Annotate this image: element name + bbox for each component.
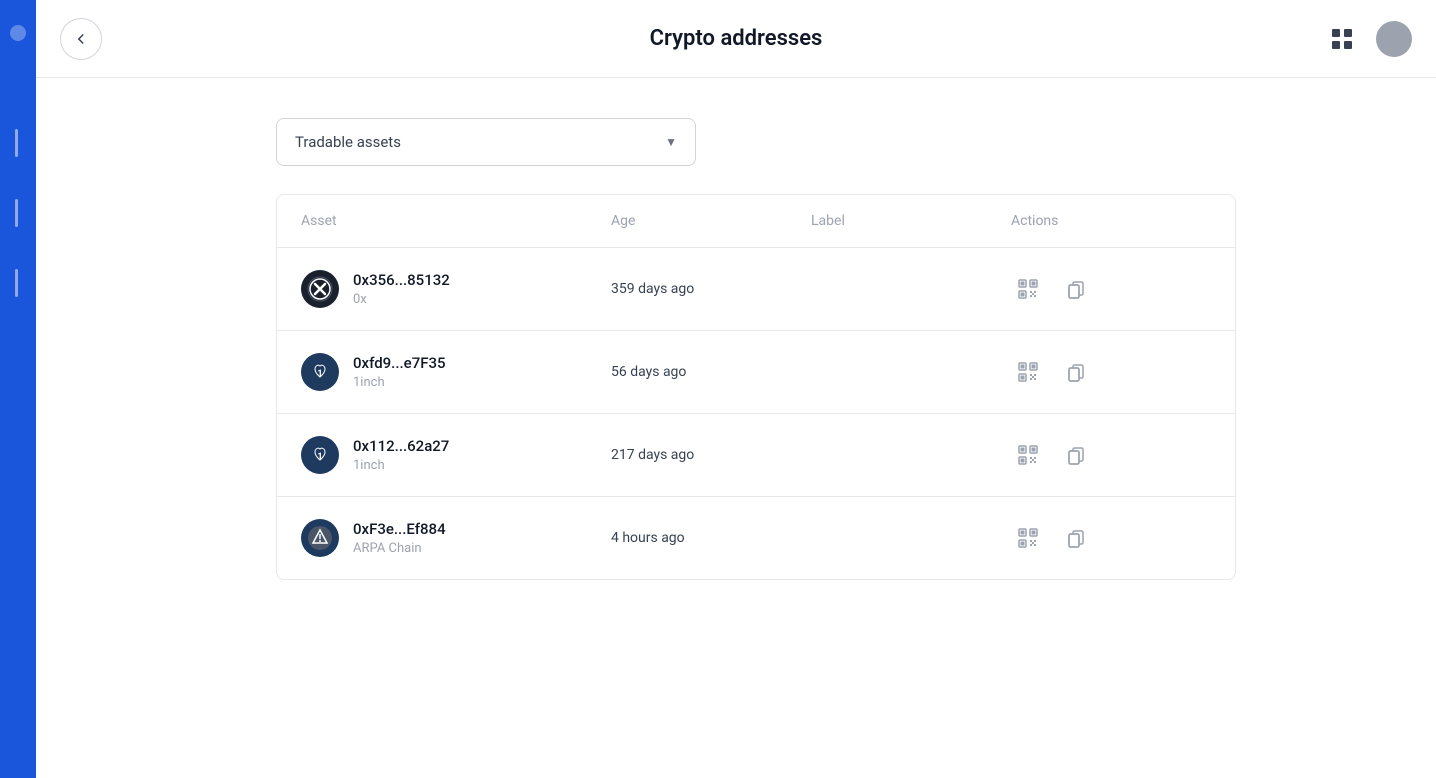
actions-cell-2 <box>1011 355 1211 389</box>
table-row: 0x356...85132 0x 359 days ago <box>277 248 1235 331</box>
back-button[interactable] <box>60 18 102 60</box>
sidebar-item-1[interactable] <box>0 118 36 168</box>
asset-icon-2: 1 <box>301 353 339 391</box>
actions-cell-4 <box>1011 521 1211 555</box>
main-content: Tradable assets ▼ Asset Age Label Action… <box>36 78 1436 778</box>
qr-code-button-2[interactable] <box>1011 355 1045 389</box>
copy-button-4[interactable] <box>1059 521 1093 555</box>
dropdown-container: Tradable assets ▼ <box>276 118 1236 166</box>
sidebar-nav <box>0 118 36 308</box>
asset-icon-4 <box>301 519 339 557</box>
qr-code-button-4[interactable] <box>1011 521 1045 555</box>
chevron-down-icon: ▼ <box>665 135 677 149</box>
asset-address-1: 0x356...85132 <box>353 271 450 289</box>
asset-info-1: 0x356...85132 0x <box>353 271 450 307</box>
age-cell-3: 217 days ago <box>611 447 811 463</box>
asset-cell-2: 1 0xfd9...e7F35 1inch <box>301 353 611 391</box>
asset-address-2: 0xfd9...e7F35 <box>353 354 446 372</box>
page-title: Crypto addresses <box>650 26 823 51</box>
table-row: 1 0x112...62a27 1inch 217 days ago <box>277 414 1235 497</box>
asset-name-1: 0x <box>353 292 450 307</box>
asset-info-2: 0xfd9...e7F35 1inch <box>353 354 446 390</box>
dropdown-label: Tradable assets <box>295 133 401 151</box>
sidebar <box>0 0 36 778</box>
asset-address-3: 0x112...62a27 <box>353 437 449 455</box>
asset-name-3: 1inch <box>353 458 449 473</box>
table-header: Asset Age Label Actions <box>277 195 1235 248</box>
age-cell-4: 4 hours ago <box>611 530 811 546</box>
col-header-age: Age <box>611 213 811 229</box>
asset-name-2: 1inch <box>353 375 446 390</box>
asset-name-4: ARPA Chain <box>353 541 446 556</box>
asset-cell-1: 0x356...85132 0x <box>301 270 611 308</box>
table-row: 0xF3e...Ef884 ARPA Chain 4 hours ago <box>277 497 1235 579</box>
qr-code-button-3[interactable] <box>1011 438 1045 472</box>
sidebar-logo <box>0 8 36 58</box>
actions-cell-3 <box>1011 438 1211 472</box>
asset-cell-3: 1 0x112...62a27 1inch <box>301 436 611 474</box>
col-header-actions: Actions <box>1011 213 1211 229</box>
col-header-label: Label <box>811 213 1011 229</box>
table-row: 1 0xfd9...e7F35 1inch 56 days ago <box>277 331 1235 414</box>
copy-button-1[interactable] <box>1059 272 1093 306</box>
header-right <box>1324 21 1412 57</box>
asset-info-3: 0x112...62a27 1inch <box>353 437 449 473</box>
sidebar-item-2[interactable] <box>0 188 36 238</box>
qr-code-button-1[interactable] <box>1011 272 1045 306</box>
sidebar-item-3[interactable] <box>0 258 36 308</box>
crypto-addresses-table: Asset Age Label Actions 0x356...85132 <box>276 194 1236 580</box>
header: Crypto addresses <box>36 0 1436 78</box>
copy-button-3[interactable] <box>1059 438 1093 472</box>
actions-cell-1 <box>1011 272 1211 306</box>
asset-cell-4: 0xF3e...Ef884 ARPA Chain <box>301 519 611 557</box>
col-header-asset: Asset <box>301 213 611 229</box>
tradable-assets-dropdown[interactable]: Tradable assets ▼ <box>276 118 696 166</box>
user-avatar[interactable] <box>1376 21 1412 57</box>
asset-address-4: 0xF3e...Ef884 <box>353 520 446 538</box>
asset-info-4: 0xF3e...Ef884 ARPA Chain <box>353 520 446 556</box>
asset-icon-3: 1 <box>301 436 339 474</box>
age-cell-1: 359 days ago <box>611 281 811 297</box>
copy-button-2[interactable] <box>1059 355 1093 389</box>
asset-icon-1 <box>301 270 339 308</box>
age-cell-2: 56 days ago <box>611 364 811 380</box>
grid-icon[interactable] <box>1324 21 1360 57</box>
